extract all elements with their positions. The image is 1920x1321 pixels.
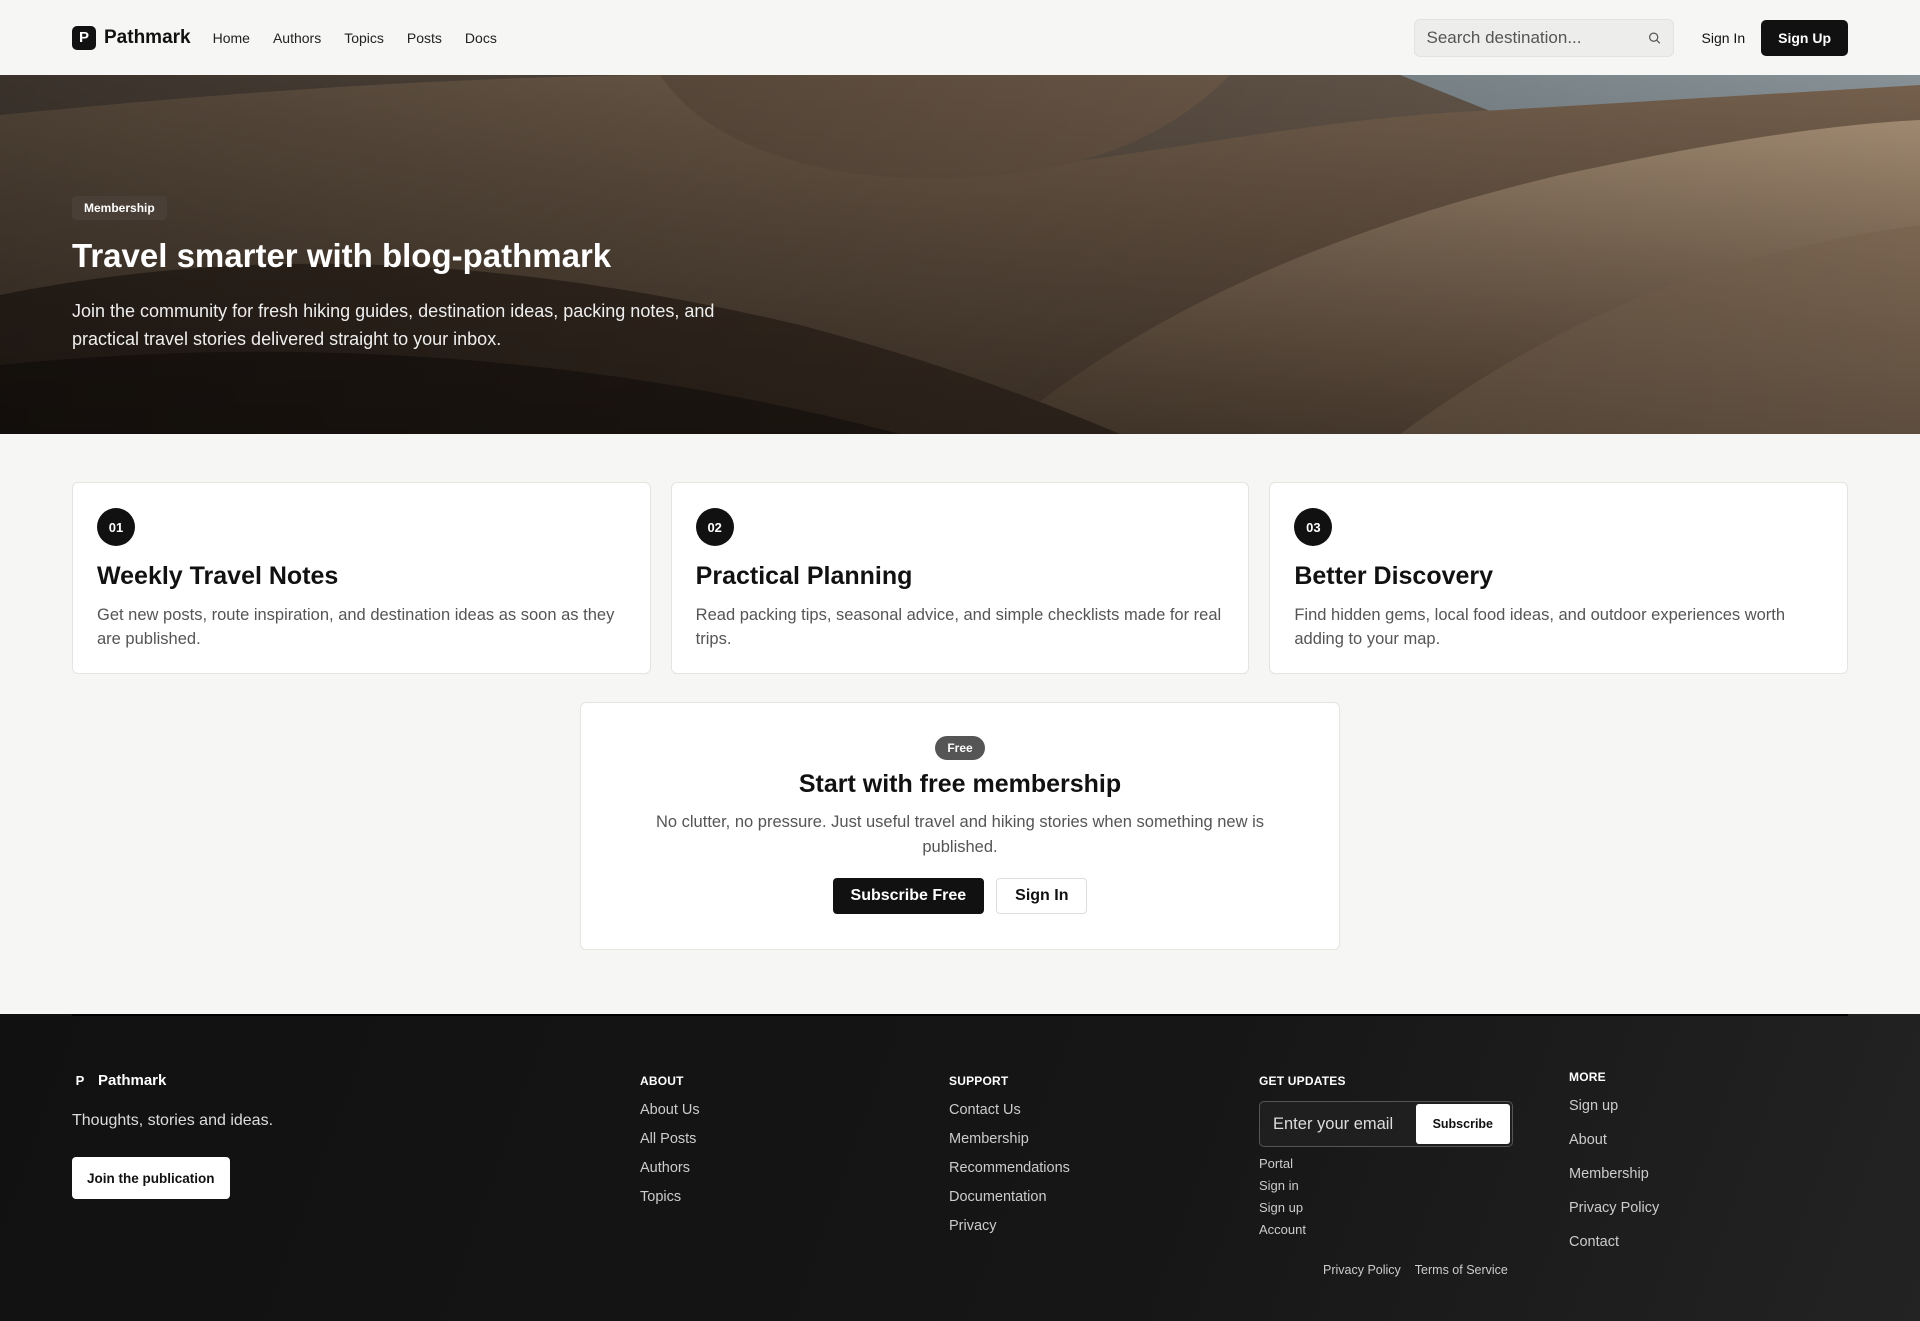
footer-column-title: ABOUT [640, 1074, 684, 1088]
footer-link-more-membership[interactable]: Membership [1569, 1166, 1659, 1182]
footer-links: About Us All Posts Authors Topics [640, 1102, 700, 1205]
footer-link-all-posts[interactable]: All Posts [640, 1131, 700, 1147]
footer-link-privacy[interactable]: Privacy [949, 1218, 1070, 1234]
hero-badge: Membership [72, 196, 167, 220]
footer-link-more-about[interactable]: About [1569, 1132, 1659, 1148]
footer-link-recommendations[interactable]: Recommendations [949, 1160, 1070, 1176]
footer-tagline: Thoughts, stories and ideas. [72, 1112, 274, 1129]
cta-description: No clutter, no pressure. Just useful tra… [655, 813, 1265, 856]
feature-card: 02 Practical Planning Read packing tips,… [670, 482, 1250, 674]
footer-link-sign-up[interactable]: Sign up [1259, 1200, 1513, 1215]
feature-title: Better Discovery [1294, 562, 1494, 590]
nav-actions: Sign In Sign Up [1413, 18, 1848, 57]
nav-link-docs[interactable]: Docs [465, 30, 497, 46]
footer-link-about-us[interactable]: About Us [640, 1102, 700, 1118]
site-footer: P Pathmark Thoughts, stories and ideas. … [0, 1014, 1920, 1321]
footer-link-documentation[interactable]: Documentation [949, 1189, 1070, 1205]
brand-mark-icon: P [72, 25, 96, 50]
footer-brand-name: Pathmark [98, 1072, 167, 1089]
footer-link-sign-in[interactable]: Sign in [1259, 1178, 1513, 1193]
footer-more-column: MORE Sign up About Membership Privacy Po… [1569, 1070, 1659, 1250]
feature-cards: 01 Weekly Travel Notes Get new posts, ro… [72, 482, 1849, 674]
footer-account-links: Portal Sign in Sign up Account [1259, 1156, 1513, 1237]
feature-number-badge: 01 [97, 508, 135, 546]
footer-brand-mark-icon: P [75, 1073, 85, 1088]
footer-link-more-sign-up[interactable]: Sign up [1569, 1098, 1659, 1114]
footer-link-contact-us[interactable]: Contact Us [949, 1102, 1070, 1118]
search-input[interactable] [1426, 27, 1648, 48]
membership-cta: Free Start with free membership No clutt… [580, 702, 1340, 950]
footer-link-authors[interactable]: Authors [640, 1160, 700, 1176]
sign-in-button[interactable]: Sign In [1702, 30, 1746, 46]
subscribe-free-button[interactable]: Subscribe Free [832, 878, 985, 914]
feature-title: Weekly Travel Notes [97, 562, 339, 590]
email-field[interactable] [1262, 1114, 1416, 1134]
footer-link-more-privacy-policy[interactable]: Privacy Policy [1569, 1200, 1659, 1216]
footer-link-portal[interactable]: Portal [1259, 1156, 1513, 1171]
nav-link-authors[interactable]: Authors [273, 30, 321, 46]
join-publication-button[interactable]: Join the publication [72, 1157, 230, 1199]
footer-links: Contact Us Membership Recommendations Do… [949, 1102, 1070, 1234]
primary-nav: Home Authors Topics Posts Docs [213, 30, 497, 46]
footer-updates-column: GET UPDATES Subscribe Portal Sign in Sig… [1259, 1074, 1513, 1237]
feature-card: 03 Better Discovery Find hidden gems, lo… [1269, 482, 1849, 674]
footer-brand[interactable]: P Pathmark [72, 1072, 167, 1089]
footer-links: Sign up About Membership Privacy Policy … [1569, 1098, 1659, 1250]
feature-description: Find hidden gems, local food ideas, and … [1294, 606, 1786, 648]
footer-link-membership[interactable]: Membership [949, 1131, 1070, 1147]
footer-column-title: SUPPORT [949, 1074, 1009, 1088]
nav-link-posts[interactable]: Posts [407, 30, 442, 46]
footer-link-topics[interactable]: Topics [640, 1189, 700, 1205]
footer-about-column: ABOUT About Us All Posts Authors Topics [640, 1074, 700, 1205]
hero-banner: Membership Travel smarter with blog-path… [0, 75, 1920, 434]
brand-name: Pathmark [104, 26, 191, 48]
footer-support-column: SUPPORT Contact Us Membership Recommenda… [949, 1074, 1070, 1234]
footer-link-more-contact[interactable]: Contact [1569, 1234, 1659, 1250]
feature-description: Read packing tips, seasonal advice, and … [695, 606, 1222, 648]
footer-column-title: MORE [1569, 1070, 1606, 1084]
footer-link-account[interactable]: Account [1259, 1222, 1513, 1237]
hero-title: Travel smarter with blog-pathmark [72, 237, 612, 274]
sign-up-button[interactable]: Sign Up [1761, 19, 1848, 56]
feature-number-badge: 03 [1294, 508, 1333, 546]
free-badge: Free [935, 736, 985, 760]
hero-content: Membership Travel smarter with blog-path… [72, 196, 762, 353]
feature-number-badge: 02 [695, 508, 734, 546]
nav-link-topics[interactable]: Topics [344, 30, 384, 46]
privacy-policy-link[interactable]: Privacy Policy [1323, 1263, 1401, 1277]
search-icon[interactable] [1648, 30, 1661, 46]
top-nav: P Pathmark Home Authors Topics Posts Doc… [0, 0, 1920, 75]
feature-card: 01 Weekly Travel Notes Get new posts, ro… [72, 482, 651, 674]
footer-column-title: GET UPDATES [1259, 1074, 1346, 1088]
subscribe-button[interactable]: Subscribe [1415, 1104, 1510, 1144]
newsletter-form: Subscribe [1259, 1101, 1513, 1147]
hero-subtitle: Join the community for fresh hiking guid… [72, 301, 715, 349]
cta-actions: Subscribe Free Sign In [581, 878, 1339, 914]
cta-title: Start with free membership [798, 770, 1122, 798]
brand-logo[interactable]: P Pathmark [72, 25, 191, 50]
search-box [1413, 18, 1674, 57]
nav-link-home[interactable]: Home [213, 30, 250, 46]
footer-legal-links: Privacy Policy Terms of Service [1323, 1263, 1508, 1277]
cta-sign-in-button[interactable]: Sign In [996, 878, 1088, 914]
footer-divider [72, 1014, 1848, 1016]
feature-description: Get new posts, route inspiration, and de… [97, 606, 615, 648]
feature-title: Practical Planning [695, 562, 913, 590]
terms-of-service-link[interactable]: Terms of Service [1415, 1263, 1508, 1277]
